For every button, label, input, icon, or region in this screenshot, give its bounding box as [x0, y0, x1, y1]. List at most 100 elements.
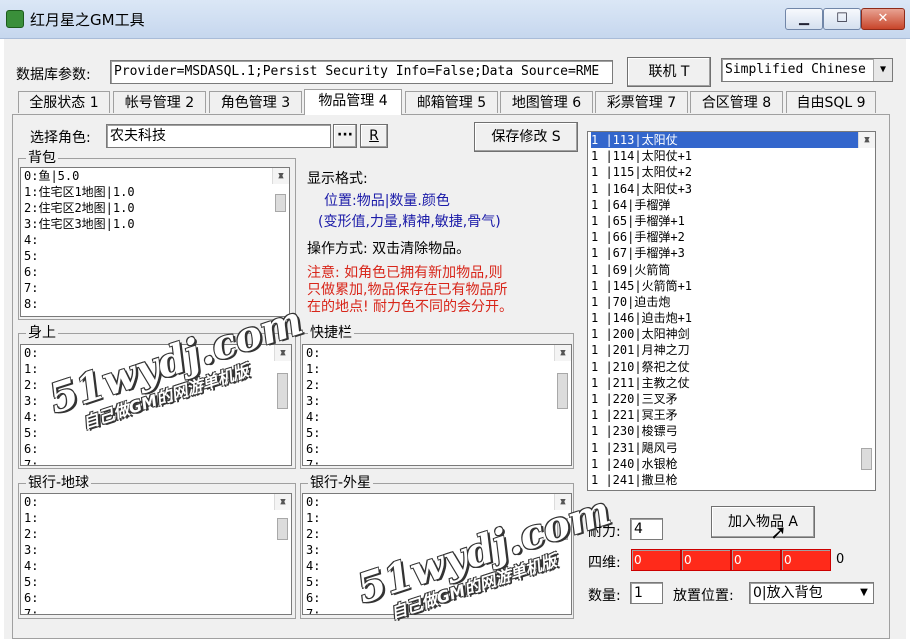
list-item[interactable]: 2:	[306, 377, 571, 393]
list-item[interactable]: 1 |113|太阳仗	[591, 132, 875, 149]
list-item[interactable]: 2:	[24, 526, 291, 542]
scroll-down-icon[interactable]: ▼	[273, 168, 289, 184]
list-item[interactable]: 3:	[306, 542, 571, 558]
list-item[interactable]: 7:	[306, 457, 571, 465]
tab-role[interactable]: 角色管理 3	[209, 91, 302, 113]
maximize-button[interactable]: ☐	[823, 8, 861, 30]
stat-field[interactable]: 0	[781, 549, 831, 571]
tab-mailbox[interactable]: 邮箱管理 5	[405, 91, 498, 113]
list-item[interactable]: 1:	[306, 361, 571, 377]
durability-field[interactable]: 4	[630, 518, 663, 540]
stat-field[interactable]: 0	[631, 549, 681, 571]
scroll-thumb[interactable]	[861, 448, 872, 470]
close-button[interactable]: ✕	[861, 8, 905, 30]
stat-field[interactable]: 0	[681, 549, 731, 571]
list-item[interactable]: 1 |230|梭镖弓	[591, 423, 875, 439]
list-item[interactable]: 3:	[24, 393, 291, 409]
scrollbar[interactable]: ▲ ▼	[274, 345, 291, 409]
list-item[interactable]: 2:	[24, 377, 291, 393]
backpack-list[interactable]: 0:鱼|5.0 1:住宅区1地图|1.0 2:住宅区2地图|1.0 3:住宅区3…	[20, 167, 290, 317]
list-item[interactable]: 6:	[306, 590, 571, 606]
list-item[interactable]: 6:	[24, 441, 291, 457]
chevron-down-icon[interactable]: ▼	[855, 583, 873, 603]
list-item[interactable]: 3:住宅区3地图|1.0	[24, 216, 289, 232]
scroll-thumb[interactable]	[275, 194, 286, 212]
list-item[interactable]: 2:住宅区2地图|1.0	[24, 200, 289, 216]
list-item[interactable]: 8:	[24, 296, 289, 312]
connect-button[interactable]: 联机 T	[627, 57, 711, 87]
list-item[interactable]: 5:	[24, 574, 291, 590]
list-item[interactable]: 0:	[306, 494, 571, 510]
list-item[interactable]: 1 |65|手榴弹+1	[591, 213, 875, 229]
scroll-down-icon[interactable]: ▼	[275, 494, 291, 510]
refresh-role-button[interactable]: R	[360, 124, 388, 148]
list-item[interactable]: 5:	[306, 574, 571, 590]
scrollbar[interactable]: ▲ ▼	[554, 345, 571, 409]
scrollbar[interactable]: ▲ ▼	[858, 132, 875, 470]
list-item[interactable]: 0:	[306, 345, 571, 361]
list-item[interactable]: 1 |231|飓风弓	[591, 440, 875, 456]
language-select[interactable]: Simplified Chinese ▼	[721, 58, 893, 82]
save-changes-button[interactable]: 保存修改 S	[474, 122, 578, 152]
list-item[interactable]: 1 |114|太阳仗+1	[591, 148, 875, 164]
scrollbar[interactable]: ▲ ▼	[274, 494, 291, 540]
minimize-button[interactable]: ▁	[785, 8, 823, 30]
list-item[interactable]: 1 |221|冥王矛	[591, 407, 875, 423]
browse-role-button[interactable]: ···	[333, 124, 357, 148]
tab-account[interactable]: 帐号管理 2	[113, 91, 206, 113]
list-item[interactable]: 6:	[24, 264, 289, 280]
list-item[interactable]: 5:	[306, 425, 571, 441]
scroll-down-icon[interactable]: ▼	[555, 345, 571, 361]
list-item[interactable]: 2:	[306, 526, 571, 542]
tab-items[interactable]: 物品管理 4	[304, 89, 402, 115]
scroll-thumb[interactable]	[557, 518, 568, 540]
list-item[interactable]: 7:	[24, 457, 291, 465]
tab-free-sql[interactable]: 自由SQL 9	[786, 91, 876, 113]
bank-earth-list[interactable]: 0: 1: 2: 3: 4: 5: 6: 7: ▲ ▼	[20, 493, 292, 615]
list-item[interactable]: 1 |220|三叉矛	[591, 391, 875, 407]
role-name-field[interactable]: 农夫科技	[106, 124, 331, 148]
list-item[interactable]: 1 |115|太阳仗+2	[591, 164, 875, 180]
list-item[interactable]: 6:	[306, 441, 571, 457]
list-item[interactable]: 1 |146|迫击炮+1	[591, 310, 875, 326]
tab-lottery[interactable]: 彩票管理 7	[595, 91, 688, 113]
list-item[interactable]: 3:	[24, 542, 291, 558]
list-item[interactable]: 0:鱼|5.0	[24, 168, 289, 184]
list-item[interactable]: 4:	[24, 409, 291, 425]
list-item[interactable]: 1 |210|祭祀之仗	[591, 359, 875, 375]
tab-merge[interactable]: 合区管理 8	[690, 91, 783, 113]
list-item[interactable]: 1 |69|火箭筒	[591, 262, 875, 278]
scroll-thumb[interactable]	[557, 373, 568, 409]
scroll-thumb[interactable]	[277, 373, 288, 409]
tab-server-status[interactable]: 全服状态 1	[18, 91, 110, 113]
list-item[interactable]: 1 |64|手榴弹	[591, 197, 875, 213]
scroll-thumb[interactable]	[277, 518, 288, 540]
list-item[interactable]: 1 |240|水银枪	[591, 456, 875, 472]
list-item[interactable]: 1 |164|太阳仗+3	[591, 181, 875, 197]
list-item[interactable]: 1 |200|太阳神剑	[591, 326, 875, 342]
title-bar[interactable]: 红月星之GM工具 ▁ ☐ ✕	[0, 0, 910, 39]
place-select[interactable]: 0|放入背包 ▼	[749, 582, 874, 604]
list-item[interactable]: 5:	[24, 248, 289, 264]
list-item[interactable]: 7:	[24, 280, 289, 296]
shortcut-list[interactable]: 0: 1: 2: 3: 4: 5: 6: 7: ▲ ▼	[302, 344, 572, 466]
scroll-down-icon[interactable]: ▼	[275, 345, 291, 361]
list-item[interactable]: 1 |145|火箭筒+1	[591, 278, 875, 294]
scrollbar[interactable]: ▲ ▼	[554, 494, 571, 540]
list-item[interactable]: 1 |201|月神之刀	[591, 342, 875, 358]
list-item[interactable]: 1 |66|手榴弹+2	[591, 229, 875, 245]
body-list[interactable]: 0: 1: 2: 3: 4: 5: 6: 7: ▲ ▼	[20, 344, 292, 466]
item-catalog-list[interactable]: 1 |113|太阳仗 1 |114|太阳仗+1 1 |115|太阳仗+2 1 |…	[587, 131, 876, 491]
list-item[interactable]: 7:	[306, 606, 571, 614]
list-item[interactable]: 6:	[24, 590, 291, 606]
list-item[interactable]: 1 |67|手榴弹+3	[591, 245, 875, 261]
list-item[interactable]: 4:	[306, 558, 571, 574]
list-item[interactable]: 4:	[24, 558, 291, 574]
add-item-button[interactable]: 加入物品 A	[711, 506, 815, 538]
list-item[interactable]: 7:	[24, 606, 291, 614]
list-item[interactable]: 3:	[306, 393, 571, 409]
list-item[interactable]: 1 |241|撒旦枪	[591, 472, 875, 488]
chevron-down-icon[interactable]: ▼	[873, 59, 892, 81]
list-item[interactable]: 1 |70|迫击炮	[591, 294, 875, 310]
list-item[interactable]: 5:	[24, 425, 291, 441]
